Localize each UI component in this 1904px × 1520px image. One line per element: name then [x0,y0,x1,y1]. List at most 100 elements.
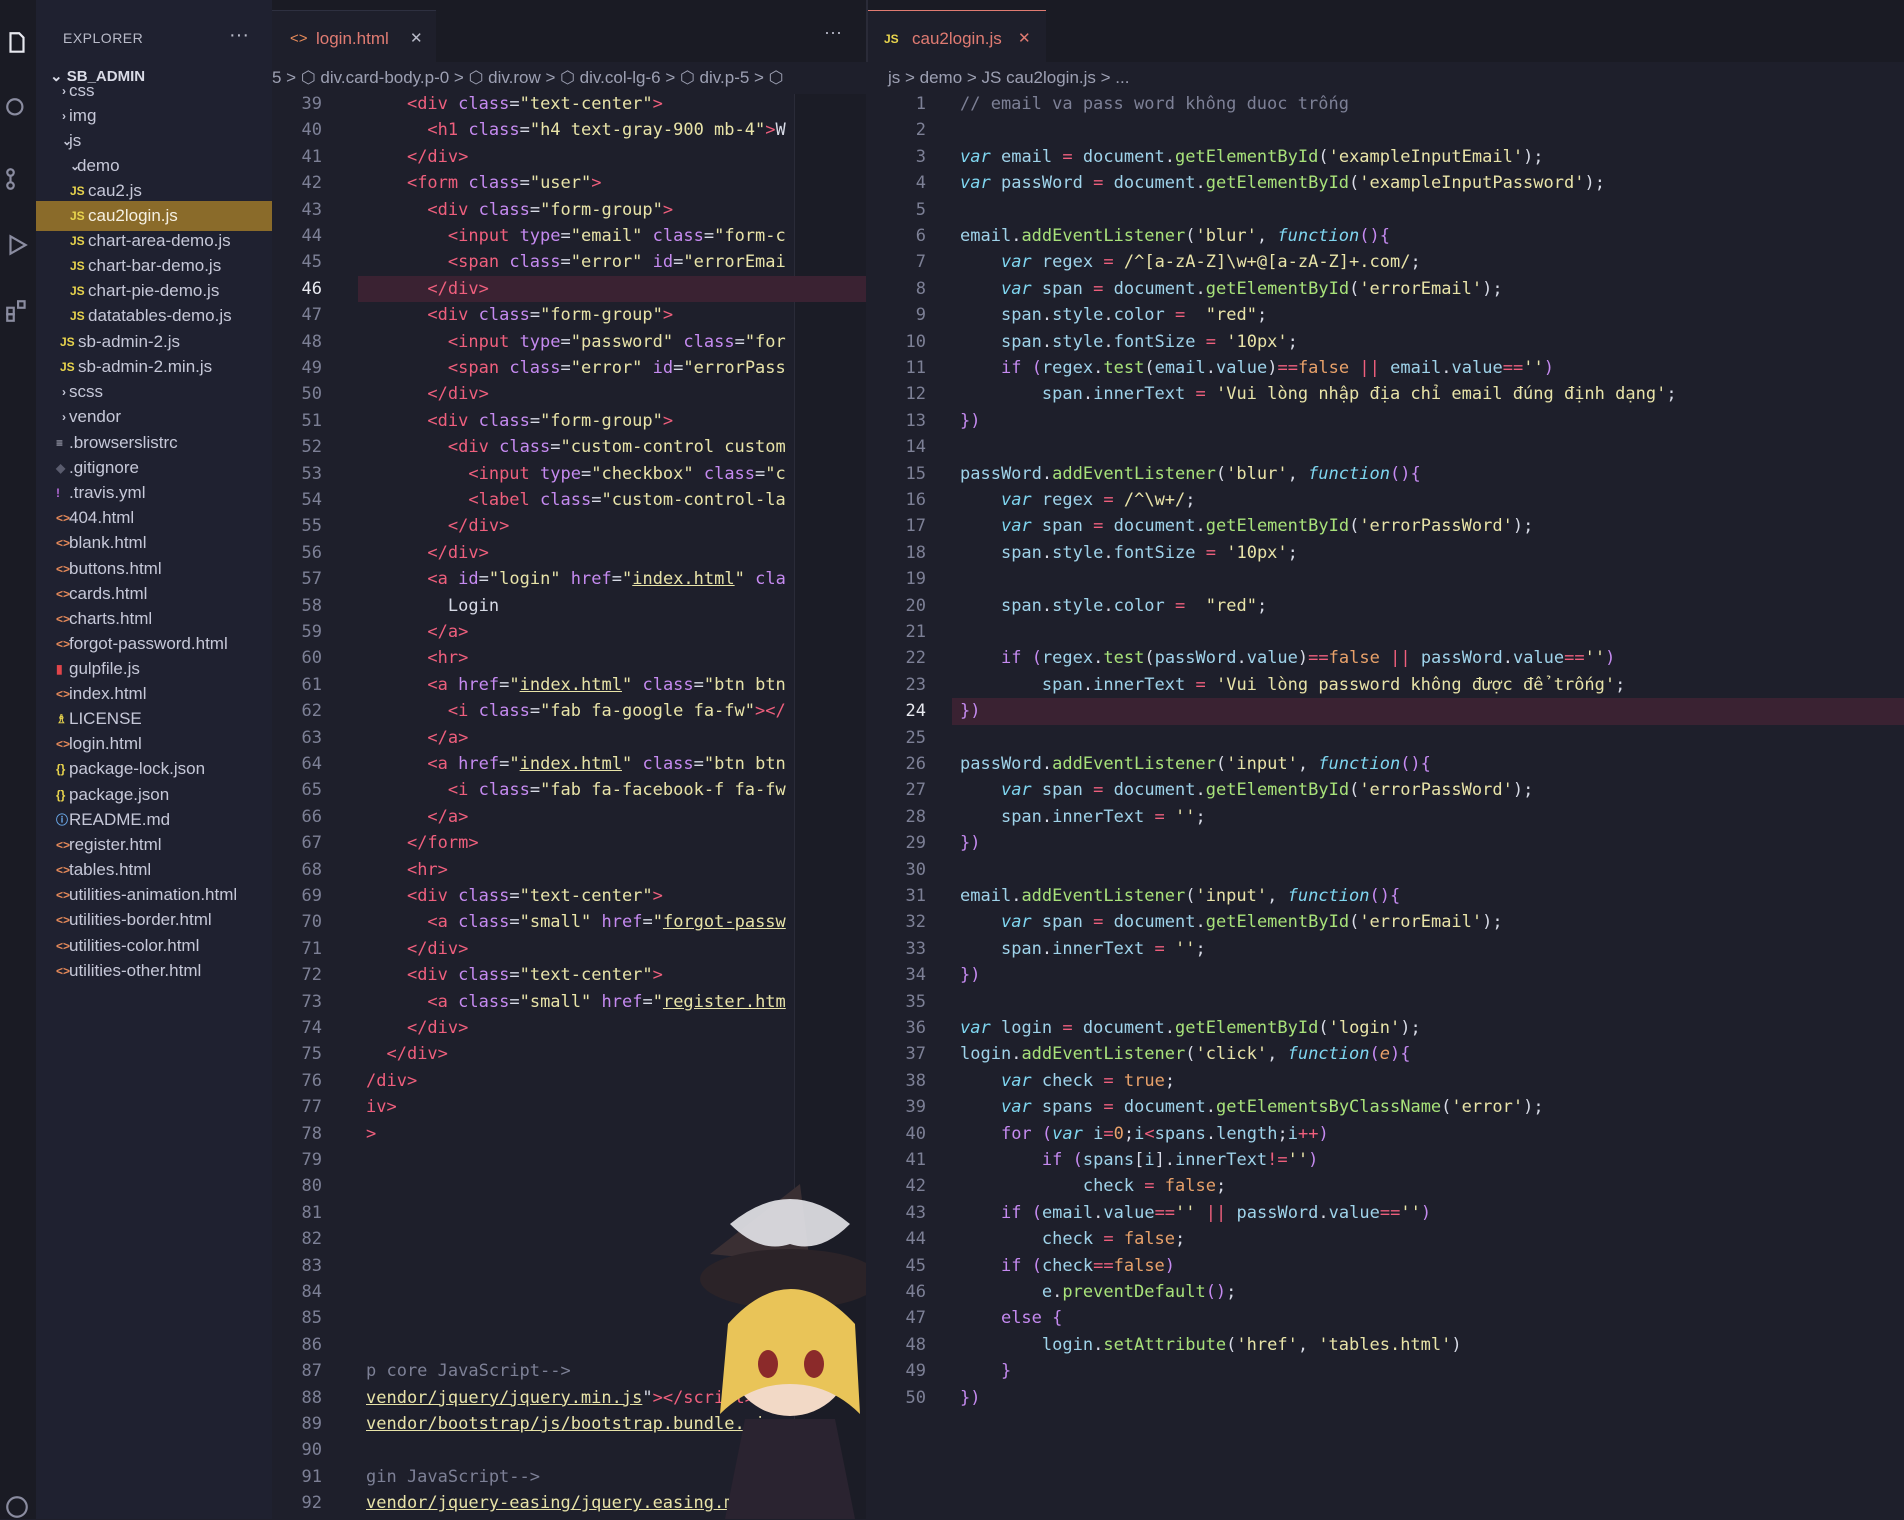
code-line[interactable]: </div> [366,144,468,170]
code-line[interactable]: <div class="text-center"> [366,962,663,988]
code-line[interactable]: <a class="small" href="forgot-passw [366,909,785,935]
code-line[interactable]: login.addEventListener('click', function… [960,1041,1410,1067]
code-line[interactable]: </div> [366,936,468,962]
code-line[interactable]: if (check==false) [960,1253,1175,1279]
code-line[interactable]: </div> [366,276,488,302]
code-line[interactable]: passWord.addEventListener('blur', functi… [960,461,1421,487]
code-line[interactable]: </div> [366,1041,447,1067]
code-line[interactable]: span.innerText = ''; [960,936,1206,962]
code-line[interactable]: email.addEventListener('blur', function(… [960,223,1390,249]
code-line[interactable]: <i class="fab fa-google fa-fw"></ [366,698,786,724]
code-line[interactable]: <i class="fab fa-facebook-f fa-fw [366,777,786,803]
code-line[interactable]: var check = true; [960,1068,1175,1094]
left-editor[interactable]: 39 <div class="text-center"> 40 <h1 class… [272,94,866,1519]
tab-cau2login-js[interactable]: JS cau2login.js ✕ [868,10,1046,63]
code-line[interactable]: span.innerText = 'Vui lòng password khôn… [960,672,1626,698]
code-line[interactable]: }) [960,698,980,724]
code-line[interactable]: login.setAttribute('href', 'tables.html'… [960,1332,1462,1358]
code-line[interactable]: span.innerText = 'Vui lòng nhập địa chỉ … [960,381,1677,407]
source-control-icon[interactable] [4,166,30,192]
right-breadcrumb[interactable]: js > demo > JS cau2login.js > ... [868,62,1904,94]
code-line[interactable]: span.style.color = "red"; [960,302,1267,328]
code-line[interactable]: </a> [366,804,468,830]
code-line[interactable]: email.addEventListener('input', function… [960,883,1400,909]
code-line[interactable]: span.innerText = ''; [960,804,1206,830]
code-line[interactable]: var span = document.getElementById('erro… [960,513,1533,539]
code-line[interactable]: iv> [366,1094,397,1120]
code-line[interactable]: <a id="login" href="index.html" cla [366,566,785,592]
code-line[interactable]: </div> [366,381,488,407]
code-line[interactable]: span.style.fontSize = '10px'; [960,329,1298,355]
code-line[interactable]: for (var i=0;i<spans.length;i++) [960,1121,1329,1147]
code-line[interactable]: check = false; [960,1226,1185,1252]
tree-item-utilities-other-html[interactable]: <> utilities-other.html [36,956,272,986]
search-icon[interactable] [4,96,30,122]
code-line[interactable]: if (email.value=='' || passWord.value=='… [960,1200,1431,1226]
code-line[interactable]: <input type="email" class="form-c [366,223,786,249]
code-line[interactable]: if (regex.test(email.value)==false || em… [960,355,1554,381]
code-line[interactable]: var span = document.getElementById('erro… [960,909,1503,935]
code-line[interactable]: }) [960,962,980,988]
run-debug-icon[interactable] [4,232,30,258]
code-line[interactable]: <label class="custom-control-la [366,487,785,513]
code-line[interactable]: <h1 class="h4 text-gray-900 mb-4">W [366,117,785,143]
code-line[interactable]: Login [366,593,499,619]
editor-more-button[interactable]: ··· [824,22,842,43]
code-line[interactable]: if (spans[i].innerText!='') [960,1147,1319,1173]
code-line[interactable]: <a href="index.html" class="btn btn [366,751,785,777]
code-line[interactable]: span.style.color = "red"; [960,593,1267,619]
account-icon[interactable] [4,1494,30,1520]
code-line[interactable]: <div class="form-group"> [366,302,673,328]
extensions-icon[interactable] [4,298,30,324]
code-line[interactable]: gin JavaScript--> [366,1464,540,1490]
code-line[interactable]: var regex = /^[a-zA-Z]\w+@[a-zA-Z]+.com/… [960,249,1421,275]
code-line[interactable]: p core JavaScript--> [366,1358,571,1384]
code-line[interactable]: span.style.fontSize = '10px'; [960,540,1298,566]
code-line[interactable]: <span class="error" id="errorPass [366,355,786,381]
code-line[interactable]: }) [960,830,980,856]
code-line[interactable]: var regex = /^\w+/; [960,487,1196,513]
code-line[interactable]: }) [960,1385,980,1411]
code-line[interactable]: }) [960,408,980,434]
code-line[interactable]: </div> [366,513,509,539]
code-line[interactable]: e.preventDefault(); [960,1279,1237,1305]
code-line[interactable]: var spans = document.getElementsByClassN… [960,1094,1544,1120]
tab-login-html[interactable]: <> login.html ✕ [272,10,436,63]
code-line[interactable]: </div> [366,540,488,566]
code-line[interactable]: /div> [366,1068,417,1094]
code-line[interactable]: > [366,1121,376,1147]
code-line[interactable]: <a href="index.html" class="btn btn [366,672,785,698]
code-line[interactable]: <span class="error" id="errorEmai [366,249,786,275]
code-line[interactable]: <div class="text-center"> [366,883,663,909]
code-line[interactable]: var span = document.getElementById('erro… [960,777,1533,803]
code-line[interactable]: var passWord = document.getElementById('… [960,170,1605,196]
code-line[interactable]: <div class="custom-control custom [366,434,786,460]
close-icon[interactable]: ✕ [1018,11,1031,67]
code-line[interactable]: var login = document.getElementById('log… [960,1015,1421,1041]
right-editor[interactable]: 1 // email va pass word không duoc trống 2… [868,94,1904,1519]
code-line[interactable]: <hr> [366,857,448,883]
code-line[interactable]: // email va pass word không duoc trống [960,94,1349,117]
code-line[interactable]: </form> [366,830,479,856]
code-line[interactable]: <div class="form-group"> [366,197,673,223]
close-icon[interactable]: ✕ [410,11,423,67]
code-line[interactable]: else { [960,1305,1062,1331]
code-line[interactable]: <div class="text-center"> [366,94,663,117]
code-line[interactable]: <hr> [366,645,468,671]
code-line[interactable]: check = false; [960,1173,1226,1199]
code-line[interactable]: passWord.addEventListener('input', funct… [960,751,1431,777]
code-line[interactable]: <a class="small" href="register.htm [366,989,785,1015]
code-line[interactable]: if (regex.test(passWord.value)==false ||… [960,645,1615,671]
code-line[interactable]: </div> [366,1015,468,1041]
code-line[interactable]: <div class="form-group"> [366,408,673,434]
code-line[interactable]: <input type="checkbox" class="c [366,461,785,487]
files-icon[interactable] [4,30,30,56]
code-line[interactable]: </a> [366,619,468,645]
code-line[interactable]: <form class="user"> [366,170,602,196]
left-breadcrumb[interactable]: 5 > ⬡ div.card-body.p-0 > ⬡ div.row > ⬡ … [272,62,866,94]
code-line[interactable]: var span = document.getElementById('erro… [960,276,1503,302]
code-line[interactable]: var email = document.getElementById('exa… [960,144,1544,170]
code-line[interactable]: </a> [366,725,468,751]
explorer-more-button[interactable]: ··· [229,24,249,47]
code-line[interactable]: <input type="password" class="for [366,329,786,355]
